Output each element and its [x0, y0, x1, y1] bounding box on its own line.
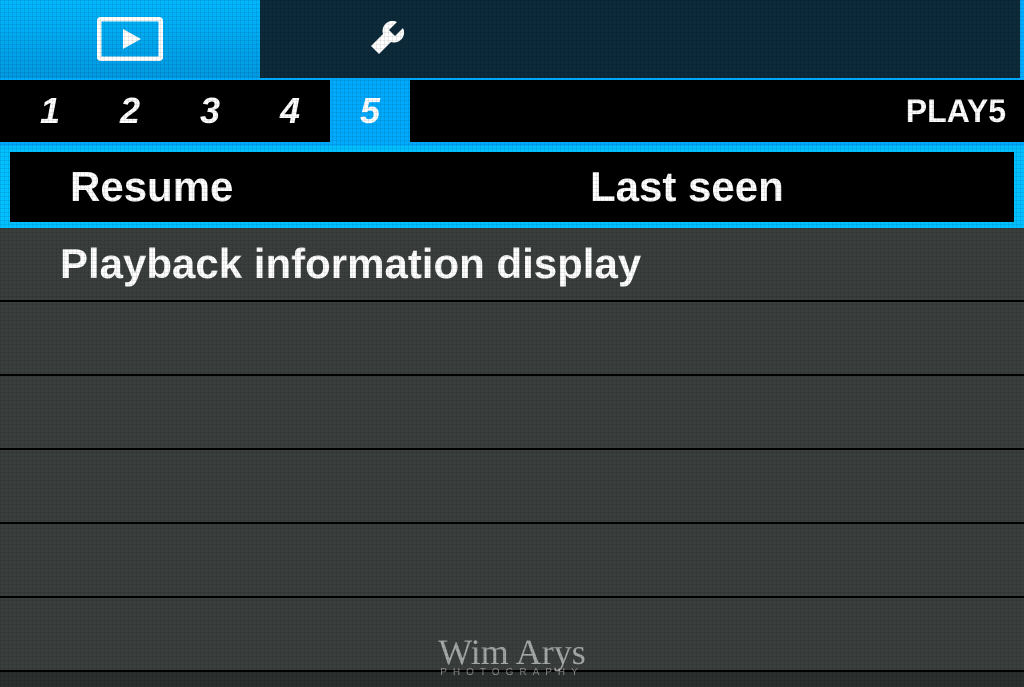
menu-value: Last seen: [590, 163, 784, 211]
menu-label: Playback information display: [60, 240, 641, 288]
page-label: PLAY5: [906, 80, 1006, 142]
watermark: Wim Arys PHOTOGRAPHY: [438, 636, 586, 677]
camera-menu-screen: 1 2 3 4 5 PLAY5 Resume Last seen Playbac…: [0, 0, 1024, 687]
watermark-name: Wim Arys: [438, 632, 586, 672]
menu-label: Resume: [70, 163, 233, 211]
menu-row-playback-info[interactable]: Playback information display: [0, 228, 1024, 302]
menu-row-empty: [0, 450, 1024, 524]
top-tab-bar: [0, 0, 1024, 80]
menu-list: Resume Last seen Playback information di…: [0, 146, 1024, 672]
page-4[interactable]: 4: [250, 90, 330, 132]
wrench-icon: [367, 16, 413, 62]
playback-icon: [97, 17, 163, 61]
page-3[interactable]: 3: [170, 90, 250, 132]
menu-row-resume[interactable]: Resume Last seen: [0, 146, 1024, 228]
watermark-sub: PHOTOGRAPHY: [438, 668, 586, 677]
page-1[interactable]: 1: [10, 90, 90, 132]
page-2[interactable]: 2: [90, 90, 170, 132]
tab-settings[interactable]: [260, 0, 520, 78]
tab-playback[interactable]: [0, 0, 260, 78]
page-number-bar: 1 2 3 4 5 PLAY5: [0, 80, 1024, 146]
page-5[interactable]: 5: [330, 80, 410, 142]
menu-row-empty: [0, 302, 1024, 376]
menu-row-empty: [0, 376, 1024, 450]
menu-row-empty: [0, 524, 1024, 598]
